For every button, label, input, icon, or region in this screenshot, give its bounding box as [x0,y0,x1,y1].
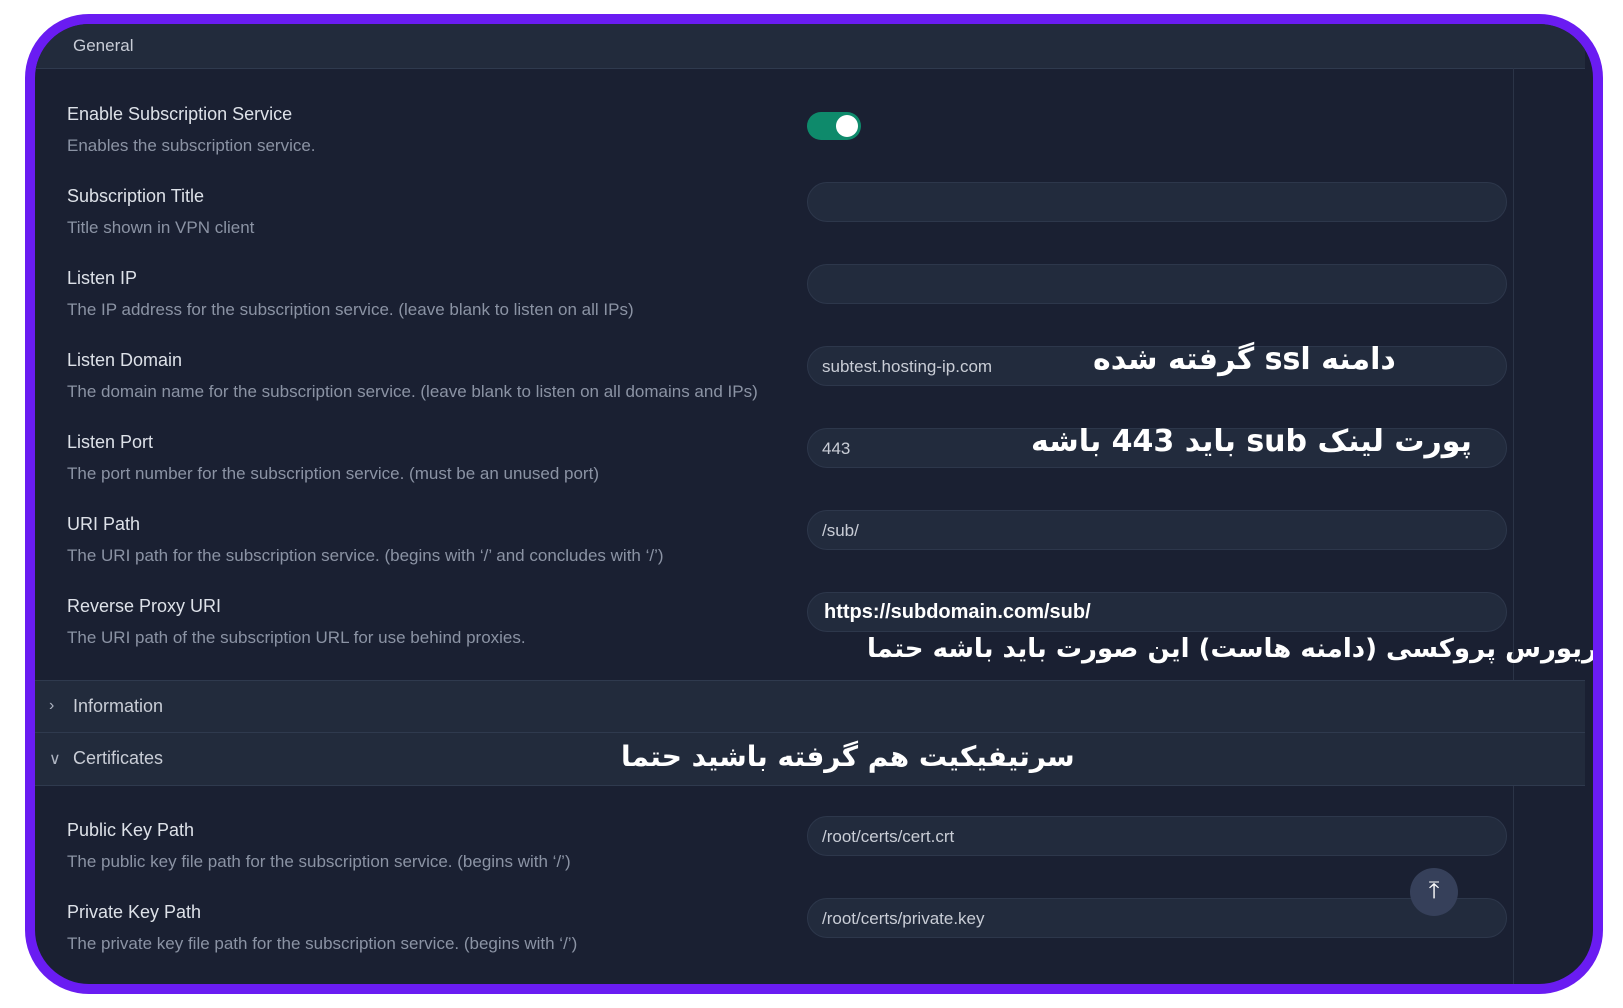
setting-desc: Enables the subscription service. [67,136,316,155]
public-key-path-input[interactable]: /root/certs/cert.crt [807,816,1507,856]
app-frame: General Enable Subscription Service Enab… [25,14,1603,994]
general-section-header[interactable]: General [35,24,1585,69]
reverse-proxy-uri-input[interactable]: https://subdomain.com/sub/ [807,592,1507,632]
input-value: 443 [822,439,851,458]
general-section-label: General [73,36,134,55]
annotation-domain: دامنه ssl گرفته شده [1093,342,1396,377]
information-section-label: Information [73,696,164,716]
setting-desc: The IP address for the subscription serv… [67,300,634,319]
input-value: /root/certs/private.key [822,909,985,928]
annotation-certificates: سرتیفیکیت هم گرفته باشید حتما [621,740,1075,773]
enable-subscription-toggle[interactable] [807,112,861,140]
setting-title: Listen Port [67,432,154,452]
toggle-knob [836,115,858,137]
listen-ip-input[interactable] [807,264,1507,304]
input-value: /sub/ [822,521,859,540]
setting-desc: The private key file path for the subscr… [67,934,578,953]
input-value: https://subdomain.com/sub/ [824,601,1091,623]
scroll-to-top-button[interactable]: ⤒ [1410,868,1458,916]
setting-desc: The port number for the subscription ser… [67,464,599,483]
chevron-right-icon: › [49,697,55,714]
uri-path-input[interactable]: /sub/ [807,510,1507,550]
arrow-up-to-line-icon: ⤒ [1428,877,1440,904]
setting-title: Reverse Proxy URI [67,596,222,616]
input-value: /root/certs/cert.crt [822,827,955,846]
setting-title: Private Key Path [67,902,202,922]
setting-title: Subscription Title [67,186,205,206]
setting-title: Public Key Path [67,820,195,840]
setting-title: Enable Subscription Service [67,104,293,124]
input-value: subtest.hosting-ip.com [822,357,993,376]
setting-desc: The URI path of the subscription URL for… [67,628,526,647]
setting-desc: The public key file path for the subscri… [67,852,571,871]
annotation-port: پورت لینک sub باید 443 باشه [1031,424,1472,459]
setting-title: URI Path [67,514,141,534]
subscription-title-input[interactable] [807,182,1507,222]
scroll-divider [1513,68,1514,984]
chevron-down-icon: ∨ [49,751,61,768]
settings-panel: General Enable Subscription Service Enab… [35,24,1593,984]
private-key-path-input[interactable]: /root/certs/private.key [807,898,1507,938]
setting-title: Listen Domain [67,350,183,370]
setting-desc: The domain name for the subscription ser… [67,382,758,401]
setting-title: Listen IP [67,268,138,288]
setting-desc: Title shown in VPN client [67,218,255,237]
information-section-header[interactable]: › Information [35,680,1585,734]
certificates-section-label: Certificates [73,748,164,768]
annotation-proxy: دامنه ریورس پروکسی (دامنه هاست) این صورت… [867,634,1603,664]
setting-desc: The URI path for the subscription servic… [67,546,664,565]
